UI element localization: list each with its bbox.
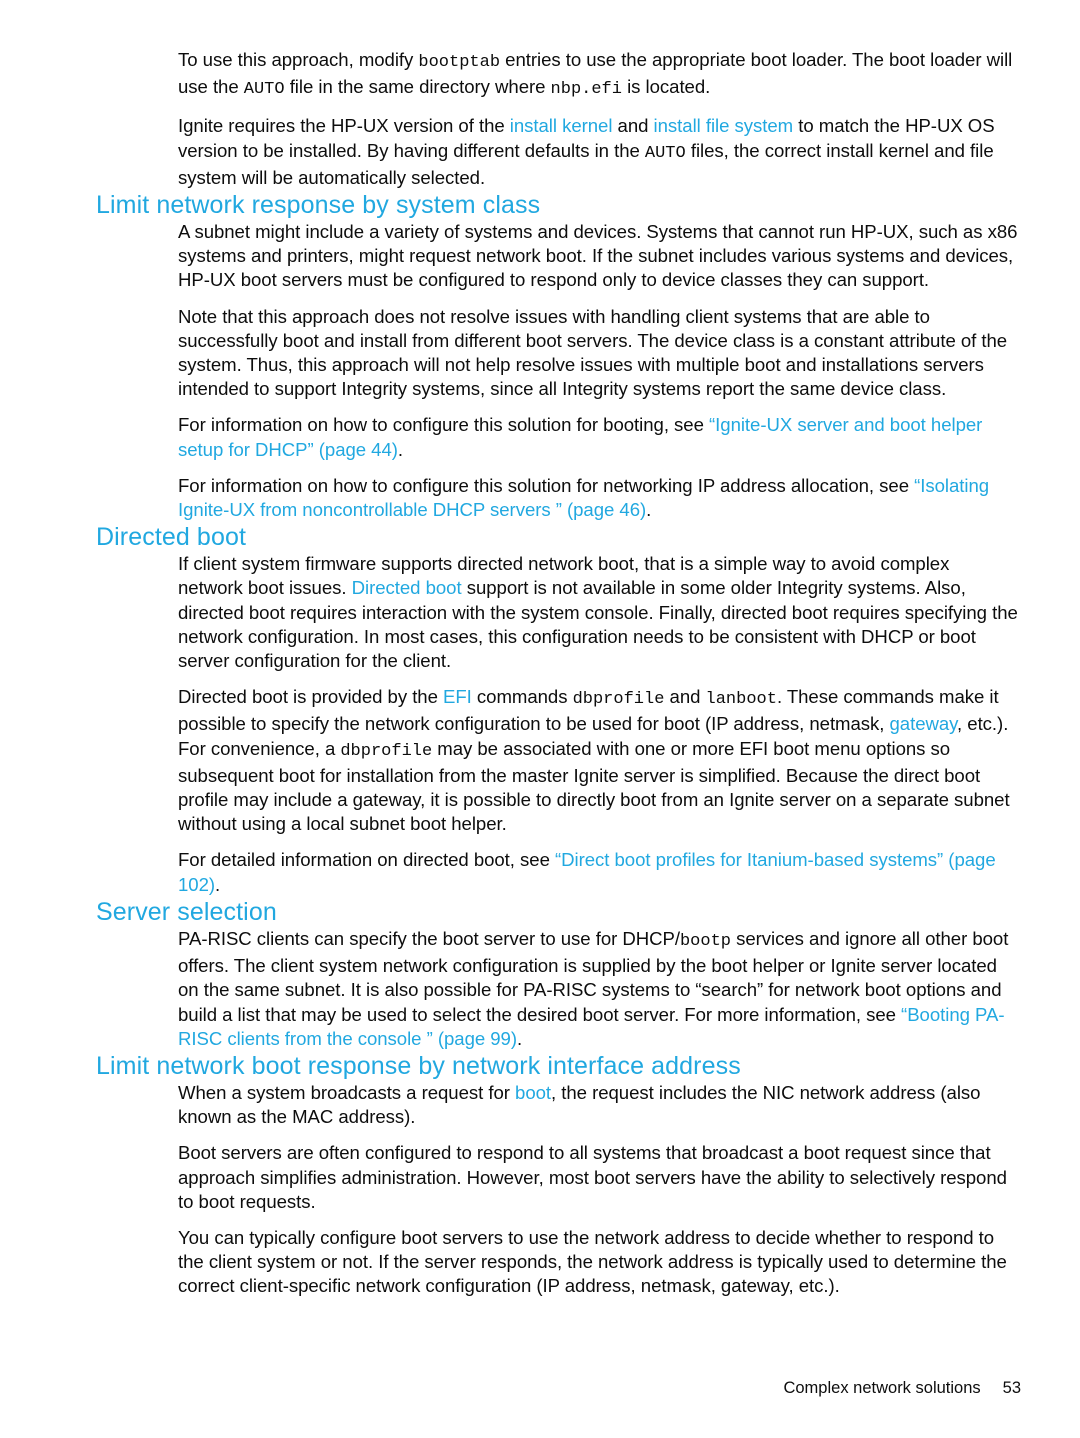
text-run: commands (471, 686, 573, 708)
code-bootptab: bootptab (418, 53, 501, 72)
text-run: . (397, 438, 404, 460)
link-install-kernel[interactable]: install kernel (510, 115, 613, 136)
link-boot[interactable]: boot (515, 1082, 551, 1103)
text-run: When a system broadcasts a request for (178, 1081, 516, 1103)
paragraph-directed-boot-2: Directed boot is provided by the EFI com… (178, 685, 1018, 836)
document-page: To use this approach, modify bootptab en… (0, 0, 1080, 1438)
heading-server-selection: Server selection (96, 897, 277, 926)
code-bootp: bootp (679, 931, 731, 951)
footer-chapter-title: Complex network solutions (783, 1379, 981, 1397)
code-lanboot: lanboot (705, 690, 777, 710)
paragraph-directed-boot-1: If client system firmware supports direc… (178, 552, 1018, 673)
text-run: is located. (621, 76, 711, 98)
text-run: For detailed information on directed boo… (178, 849, 555, 871)
paragraph-intro-1: To use this approach, modify bootptab en… (178, 48, 1018, 102)
text-run: file in the same directory where (284, 76, 551, 98)
footer-page-number: 53 (1002, 1379, 1021, 1397)
text-run: and (664, 686, 706, 708)
code-auto: AUTO (243, 80, 285, 100)
heading-limit-network-response-by-system-class: Limit network response by system class (96, 191, 541, 220)
code-dbprofile: dbprofile (340, 741, 433, 761)
paragraph-directed-boot-3: For detailed information on directed boo… (178, 848, 1018, 896)
text-run: To use this approach, modify (178, 49, 419, 70)
page-content: To use this approach, modify bootptab en… (96, 48, 1021, 1299)
paragraph-limit-nic-3: You can typically configure boot servers… (178, 1226, 1007, 1297)
text-run: . (516, 1027, 523, 1049)
paragraph-limit-class-4: For information on how to configure this… (178, 474, 1018, 522)
paragraph-limit-nic-2: Boot servers are often configured to res… (178, 1142, 1007, 1212)
code-auto: AUTO (644, 143, 686, 163)
text-run: . (215, 873, 221, 895)
heading-directed-boot: Directed boot (96, 523, 246, 552)
text-run: PA-RISC clients can specify the boot ser… (178, 927, 680, 949)
text-run: For information on how to configure this… (178, 414, 710, 436)
paragraph-server-selection-1: PA-RISC clients can specify the boot ser… (178, 927, 1018, 1051)
code-nbp-efi: nbp.efi (550, 80, 622, 100)
text-run: Directed boot is provided by the (178, 686, 444, 708)
paragraph-limit-class-2: Note that this approach does not resolve… (178, 305, 1008, 400)
paragraph-limit-class-3: For information on how to configure this… (178, 413, 1018, 461)
link-directed-boot[interactable]: Directed boot (352, 577, 462, 598)
code-dbprofile: dbprofile (572, 690, 665, 710)
link-efi[interactable]: EFI (443, 686, 472, 707)
paragraph-intro-2: Ignite requires the HP-UX version of the… (178, 114, 1018, 190)
text-run: and (612, 115, 654, 137)
text-run: Ignite requires the HP-UX version of the (178, 115, 510, 137)
link-gateway[interactable]: gateway (890, 713, 958, 734)
link-install-file-system[interactable]: install file system (654, 115, 794, 136)
heading-limit-network-boot-response-by-network-interface-address: Limit network boot response by network i… (96, 1051, 741, 1080)
text-run: . (646, 499, 652, 521)
paragraph-limit-nic-1: When a system broadcasts a request for b… (178, 1081, 1018, 1129)
text-run: For information on how to configure this… (178, 474, 915, 496)
paragraph-limit-class-1: A subnet might include a variety of syst… (178, 221, 1018, 291)
page-footer: Complex network solutions 53 (96, 1378, 1021, 1398)
